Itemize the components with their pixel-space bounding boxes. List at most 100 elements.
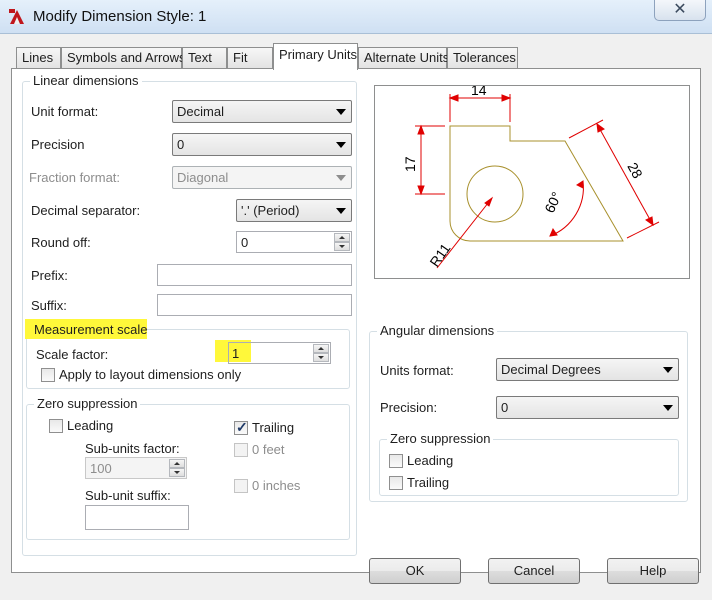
scale-factor-input[interactable]: 1 (228, 342, 331, 364)
zero-feet-checkbox[interactable] (234, 443, 248, 457)
preview-geometry (449, 125, 624, 242)
angular-dimensions-group: Angular dimensions Units format: Decimal… (369, 323, 688, 502)
apply-layout-label: Apply to layout dimensions only (59, 367, 242, 382)
preview-dimensions (415, 94, 660, 269)
chevron-down-icon (663, 367, 673, 373)
suffix-input[interactable] (157, 294, 352, 316)
spin-down-icon[interactable] (169, 468, 185, 477)
dimension-preview: 14 17 28 60° R11 (374, 82, 690, 279)
unit-format-label: Unit format: (31, 104, 99, 119)
scale-factor-spinner[interactable] (313, 344, 329, 362)
dim-left-text: 17 (402, 156, 418, 172)
window-title: Modify Dimension Style: 1 (33, 8, 207, 25)
group-label: Angular dimensions (377, 323, 498, 338)
fraction-format-select[interactable]: Diagonal (172, 166, 352, 189)
leading-label: Leading (67, 418, 114, 433)
tab-lines[interactable]: Lines (16, 47, 61, 69)
round-off-input[interactable]: 0 (236, 231, 352, 253)
spin-up-icon[interactable] (313, 344, 329, 353)
scale-factor-value: 1 (232, 346, 240, 361)
dialog-body: Lines Symbols and Arrows Text Fit Primar… (0, 34, 712, 600)
tab-label: Alternate Units (364, 50, 450, 65)
round-off-spinner[interactable] (334, 233, 350, 251)
linear-dimensions-group: Linear dimensions Unit format: Decimal P… (22, 73, 357, 556)
dim-radius-text: R11 (426, 240, 453, 270)
chevron-down-icon (336, 175, 346, 181)
spin-down-icon[interactable] (313, 353, 329, 362)
apply-layout-checkbox[interactable] (41, 368, 55, 382)
fraction-format-value: Diagonal (177, 170, 229, 185)
angular-precision-select[interactable]: 0 (496, 396, 679, 419)
angular-units-format-value: Decimal Degrees (501, 362, 601, 377)
tab-primary-units[interactable]: Primary Units (273, 43, 358, 70)
leading-checkbox[interactable] (49, 419, 63, 433)
sub-units-factor-label: Sub-units factor: (85, 441, 180, 456)
tab-text[interactable]: Text (182, 47, 227, 69)
help-label: Help (639, 563, 667, 578)
chevron-down-icon (663, 405, 673, 411)
suffix-label: Suffix: (31, 298, 67, 313)
sub-unit-suffix-input[interactable] (85, 505, 189, 530)
group-label: Zero suppression (34, 396, 141, 411)
ok-button[interactable]: OK (369, 558, 461, 584)
measurement-scale-group: Measurement scale Scale factor: 1 Apply … (25, 319, 350, 389)
group-label: Measurement scale (34, 322, 148, 337)
tab-alternate-units[interactable]: Alternate Units (358, 47, 450, 69)
angular-zero-suppression-group: Zero suppression Leading Trailing (379, 431, 679, 496)
dim-angle-text: 60° (541, 189, 564, 215)
precision-label: Precision (31, 137, 85, 152)
scale-factor-label: Scale factor: (36, 347, 109, 362)
spin-down-icon[interactable] (334, 242, 350, 251)
tab-label: Tolerances (453, 50, 516, 65)
title-bar: Modify Dimension Style: 1 ✕ (0, 0, 712, 34)
angular-leading-label: Leading (407, 453, 454, 468)
sub-units-factor-input[interactable]: 100 (85, 457, 187, 479)
unit-format-value: Decimal (177, 104, 224, 119)
group-label: Zero suppression (387, 431, 494, 446)
tab-fit[interactable]: Fit (227, 47, 273, 69)
preview-labels: 14 17 28 60° R11 (402, 82, 646, 270)
sub-units-factor-spinner[interactable] (169, 459, 185, 477)
sub-unit-suffix-label: Sub-unit suffix: (85, 488, 171, 503)
angular-trailing-checkbox[interactable] (389, 476, 403, 490)
tab-symbols-and-arrows[interactable]: Symbols and Arrows (61, 47, 186, 69)
round-off-label: Round off: (31, 235, 91, 250)
prefix-label: Prefix: (31, 268, 68, 283)
trailing-checkbox[interactable] (234, 419, 248, 436)
preview-drawing: 14 17 28 60° R11 (402, 82, 660, 270)
precision-select[interactable]: 0 (172, 133, 352, 156)
prefix-input[interactable] (157, 264, 352, 286)
tab-label: Symbols and Arrows (67, 50, 186, 65)
angular-trailing-label: Trailing (407, 475, 450, 490)
unit-format-select[interactable]: Decimal (172, 100, 352, 123)
dim-diag-text: 28 (624, 160, 646, 182)
close-icon: ✕ (673, 1, 687, 18)
primary-units-panel: Linear dimensions Unit format: Decimal P… (11, 68, 701, 573)
zero-inches-label: 0 inches (252, 478, 301, 493)
fraction-format-label: Fraction format: (29, 170, 121, 185)
angular-precision-label: Precision: (380, 400, 438, 415)
cancel-button[interactable]: Cancel (488, 558, 580, 584)
tab-tolerances[interactable]: Tolerances (447, 47, 518, 69)
decimal-separator-select[interactable]: '.' (Period) (236, 199, 352, 222)
angular-units-format-select[interactable]: Decimal Degrees (496, 358, 679, 381)
zero-feet-label: 0 feet (252, 442, 285, 457)
trailing-label: Trailing (252, 420, 295, 435)
angular-leading-checkbox[interactable] (389, 454, 403, 468)
tab-label: Lines (22, 50, 54, 65)
spin-up-icon[interactable] (169, 459, 185, 468)
units-format-label: Units format: (380, 363, 454, 378)
zero-inches-checkbox[interactable] (234, 479, 248, 493)
angular-precision-value: 0 (501, 400, 509, 415)
decimal-separator-label: Decimal separator: (31, 203, 141, 218)
tab-label: Primary Units (279, 47, 358, 62)
precision-value: 0 (177, 137, 185, 152)
close-button[interactable]: ✕ (654, 0, 706, 21)
group-label: Linear dimensions (30, 73, 142, 88)
chevron-down-icon (336, 109, 346, 115)
tab-label: Fit (233, 50, 248, 65)
autocad-icon (9, 9, 24, 24)
help-button[interactable]: Help (607, 558, 699, 584)
spin-up-icon[interactable] (334, 233, 350, 242)
decimal-separator-value: '.' (Period) (241, 203, 300, 218)
